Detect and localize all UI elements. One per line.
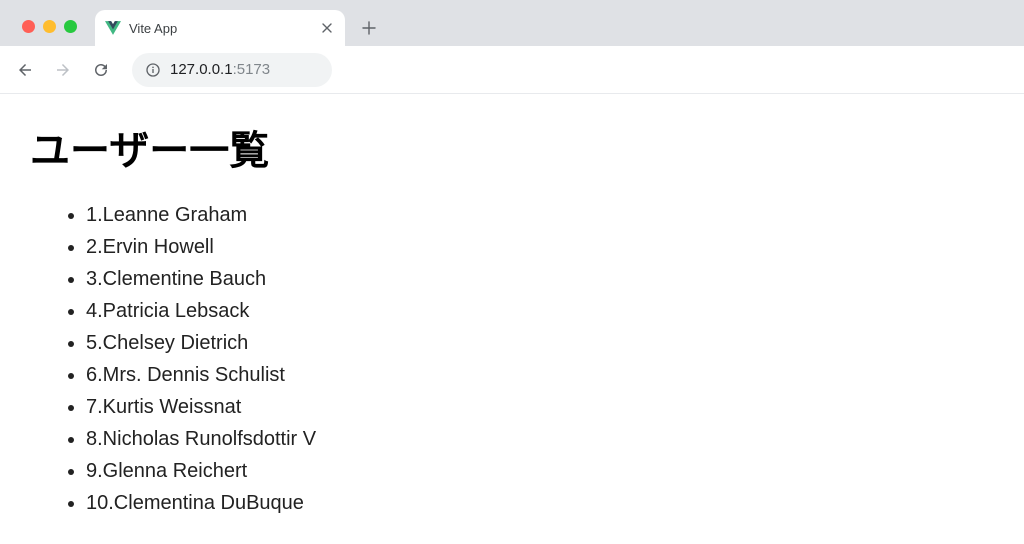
tab-title: Vite App [129, 21, 311, 36]
page-content: ユーザー一覧 1.Leanne Graham2.Ervin Howell3.Cl… [0, 94, 1024, 544]
list-item: 1.Leanne Graham [86, 200, 994, 230]
browser-toolbar: 127.0.0.1:5173 [0, 46, 1024, 94]
list-item: 5.Chelsey Dietrich [86, 328, 994, 358]
site-info-icon[interactable] [144, 61, 162, 79]
url-port: :5173 [233, 61, 271, 78]
forward-button[interactable] [46, 53, 80, 87]
window-controls [12, 6, 87, 46]
back-button[interactable] [8, 53, 42, 87]
list-item: 4.Patricia Lebsack [86, 296, 994, 326]
list-item: 7.Kurtis Weissnat [86, 392, 994, 422]
close-window-button[interactable] [22, 20, 35, 33]
maximize-window-button[interactable] [64, 20, 77, 33]
list-item: 9.Glenna Reichert [86, 456, 994, 486]
user-list: 1.Leanne Graham2.Ervin Howell3.Clementin… [30, 200, 994, 518]
tab-strip: Vite App [0, 0, 1024, 46]
list-item: 8.Nicholas Runolfsdottir V [86, 424, 994, 454]
url-text: 127.0.0.1:5173 [170, 61, 270, 78]
page-title: ユーザー一覧 [30, 118, 994, 176]
list-item: 10.Clementina DuBuque [86, 488, 994, 518]
browser-chrome: Vite App 127.0.0.1:5173 [0, 0, 1024, 94]
vue-favicon-icon [105, 20, 121, 36]
close-tab-icon[interactable] [319, 20, 335, 36]
list-item: 3.Clementine Bauch [86, 264, 994, 294]
minimize-window-button[interactable] [43, 20, 56, 33]
reload-button[interactable] [84, 53, 118, 87]
list-item: 6.Mrs. Dennis Schulist [86, 360, 994, 390]
url-host: 127.0.0.1 [170, 61, 233, 78]
list-item: 2.Ervin Howell [86, 232, 994, 262]
new-tab-button[interactable] [355, 14, 383, 42]
address-bar[interactable]: 127.0.0.1:5173 [132, 53, 332, 87]
browser-tab[interactable]: Vite App [95, 10, 345, 46]
